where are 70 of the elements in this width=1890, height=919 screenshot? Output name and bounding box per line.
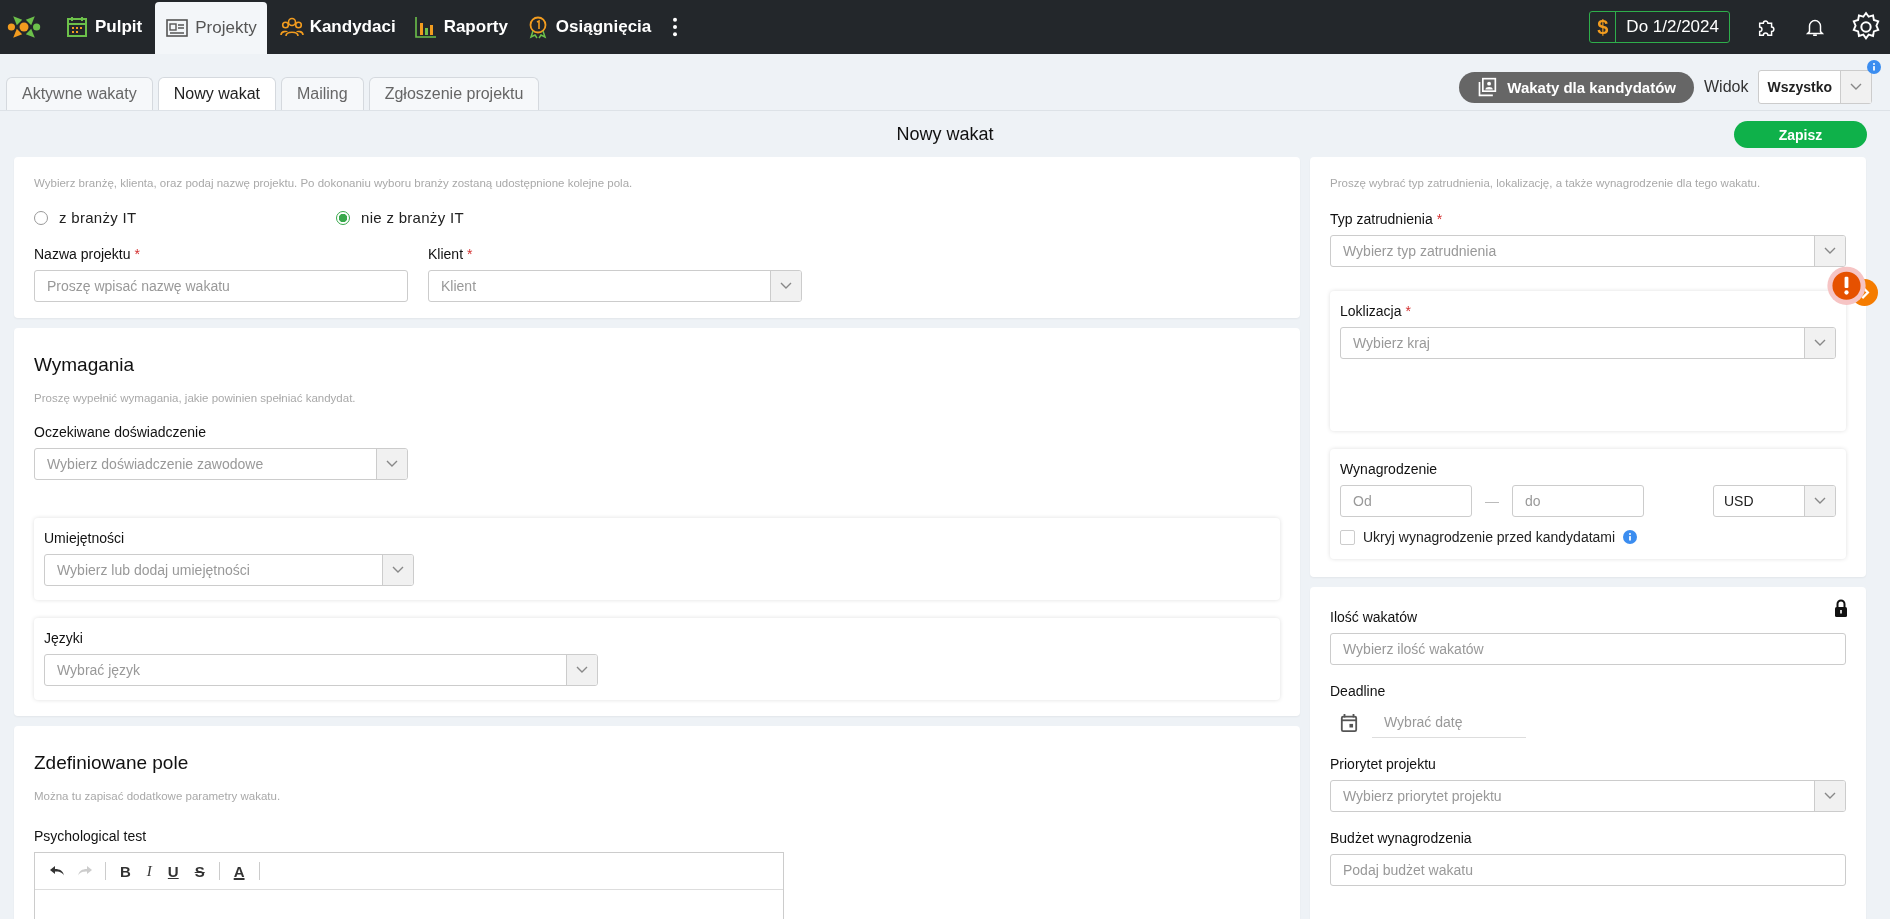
bold-format-button[interactable]: B (118, 862, 133, 880)
rich-text-editor[interactable]: B I U S A (34, 852, 784, 919)
nav-tab[interactable]: Projekty (155, 2, 267, 54)
subtab[interactable]: Mailing (280, 77, 364, 110)
undo-icon[interactable] (49, 865, 65, 877)
lock-icon[interactable] (1834, 599, 1848, 617)
chevron-icon (1824, 792, 1836, 800)
salary-from-field[interactable]: Od (1340, 485, 1472, 517)
salary-to-field[interactable]: do (1512, 485, 1644, 517)
page-title: Nowy wakat (896, 123, 994, 145)
chevron-icon (1814, 497, 1826, 505)
section-title: Zdefiniowane pole (34, 752, 190, 774)
chevron-icon (576, 666, 588, 674)
candidate-vacancies-button[interactable]: Wakaty dla kandydatów (1459, 71, 1694, 103)
calendar-icon (65, 15, 89, 39)
subtab[interactable]: Zgłoszenie projektu (368, 77, 540, 110)
id-card-icon (165, 16, 190, 40)
chevron-icon (1814, 339, 1826, 347)
field-label: Budżet wynagrodzenia (1330, 830, 1473, 846)
field-label: Klient * (428, 246, 474, 262)
field-label: Wynagrodzenie (1340, 461, 1439, 477)
people-icon (279, 15, 304, 39)
field-label: Języki (44, 630, 84, 646)
card-hint: Wybierz branżę, klienta, oraz podaj nazwę projektu. Po dokonaniu wyboru branży zostaną udostępnione kolejne pola. (34, 177, 634, 189)
currency-select[interactable]: USD (1713, 485, 1836, 517)
industry-radio[interactable]: nie z branży IT (336, 209, 638, 226)
chevron-icon (780, 282, 792, 290)
section-hint: Można tu zapisać dodatkowe parametry wakatu. (34, 790, 282, 802)
nav-tab[interactable]: Raporty (404, 0, 517, 54)
color-format-button[interactable]: A (231, 862, 247, 880)
range-dash: — (1484, 493, 1500, 509)
photo-gallery-icon (1477, 77, 1498, 97)
field-label: Nazwa projektu * (34, 246, 141, 262)
industry-radio[interactable]: z branży IT (34, 209, 336, 226)
view-select[interactable]: Wszystko (1758, 70, 1872, 104)
field-label: Umiejętności (44, 530, 126, 546)
field-label: Oczekiwane doświadczenie (34, 424, 207, 440)
field-label: Typ zatrudnienia * (1330, 211, 1444, 227)
text-input-field[interactable]: Proszę wpisać nazwę wakatu (34, 270, 408, 302)
view-label: Widok (1703, 78, 1749, 96)
strike-format-button[interactable]: S (192, 862, 207, 880)
chevron-icon (386, 460, 398, 468)
section-hint: Proszę wypełnić wymagania, jakie powinien spełniać kandydat. (34, 392, 357, 404)
nav-tab[interactable]: Osiągnięcia (516, 0, 661, 54)
subtab[interactable]: Aktywne wakaty (6, 77, 153, 110)
field-label: Psychological test (34, 828, 148, 844)
field-label: Loklizacja * (1340, 303, 1412, 319)
checkbox-label: Ukryj wynagrodzenie przed kandydatami (1363, 529, 1616, 545)
chevron-icon (1824, 247, 1836, 255)
checkbox[interactable] (1340, 529, 1355, 545)
nav-tab[interactable]: Pulpit (56, 0, 152, 54)
section-title: Wymagania (34, 354, 136, 376)
budget-field[interactable]: Podaj budżet wakatu (1330, 854, 1846, 886)
nav-tab[interactable]: Kandydaci (270, 0, 405, 54)
calendar-icon[interactable] (1340, 712, 1358, 733)
underline-format-button[interactable]: U (165, 862, 181, 880)
field-label: Ilość wakatów (1330, 609, 1419, 625)
vacancies-count-field[interactable]: Wybierz ilość wakatów (1330, 633, 1846, 665)
italic-format-button[interactable]: I (144, 862, 154, 880)
chevron-icon (1850, 83, 1862, 91)
field-label: Priorytet projektu (1330, 756, 1437, 772)
info-icon (1867, 60, 1881, 74)
info-icon[interactable] (1623, 530, 1638, 544)
bar-chart-icon (413, 15, 438, 39)
more-icon[interactable] (672, 17, 679, 37)
plan-badge[interactable]: $ Do 1/2/2024 (1589, 11, 1730, 43)
subtab[interactable]: Nowy wakat (157, 77, 276, 110)
field-label: Deadline (1330, 683, 1387, 699)
card-hint: Proszę wybrać typ zatrudnienia, lokalizację, a także wynagrodzenie dla tego wakatu. (1330, 177, 1762, 189)
chevron-icon (392, 566, 404, 574)
